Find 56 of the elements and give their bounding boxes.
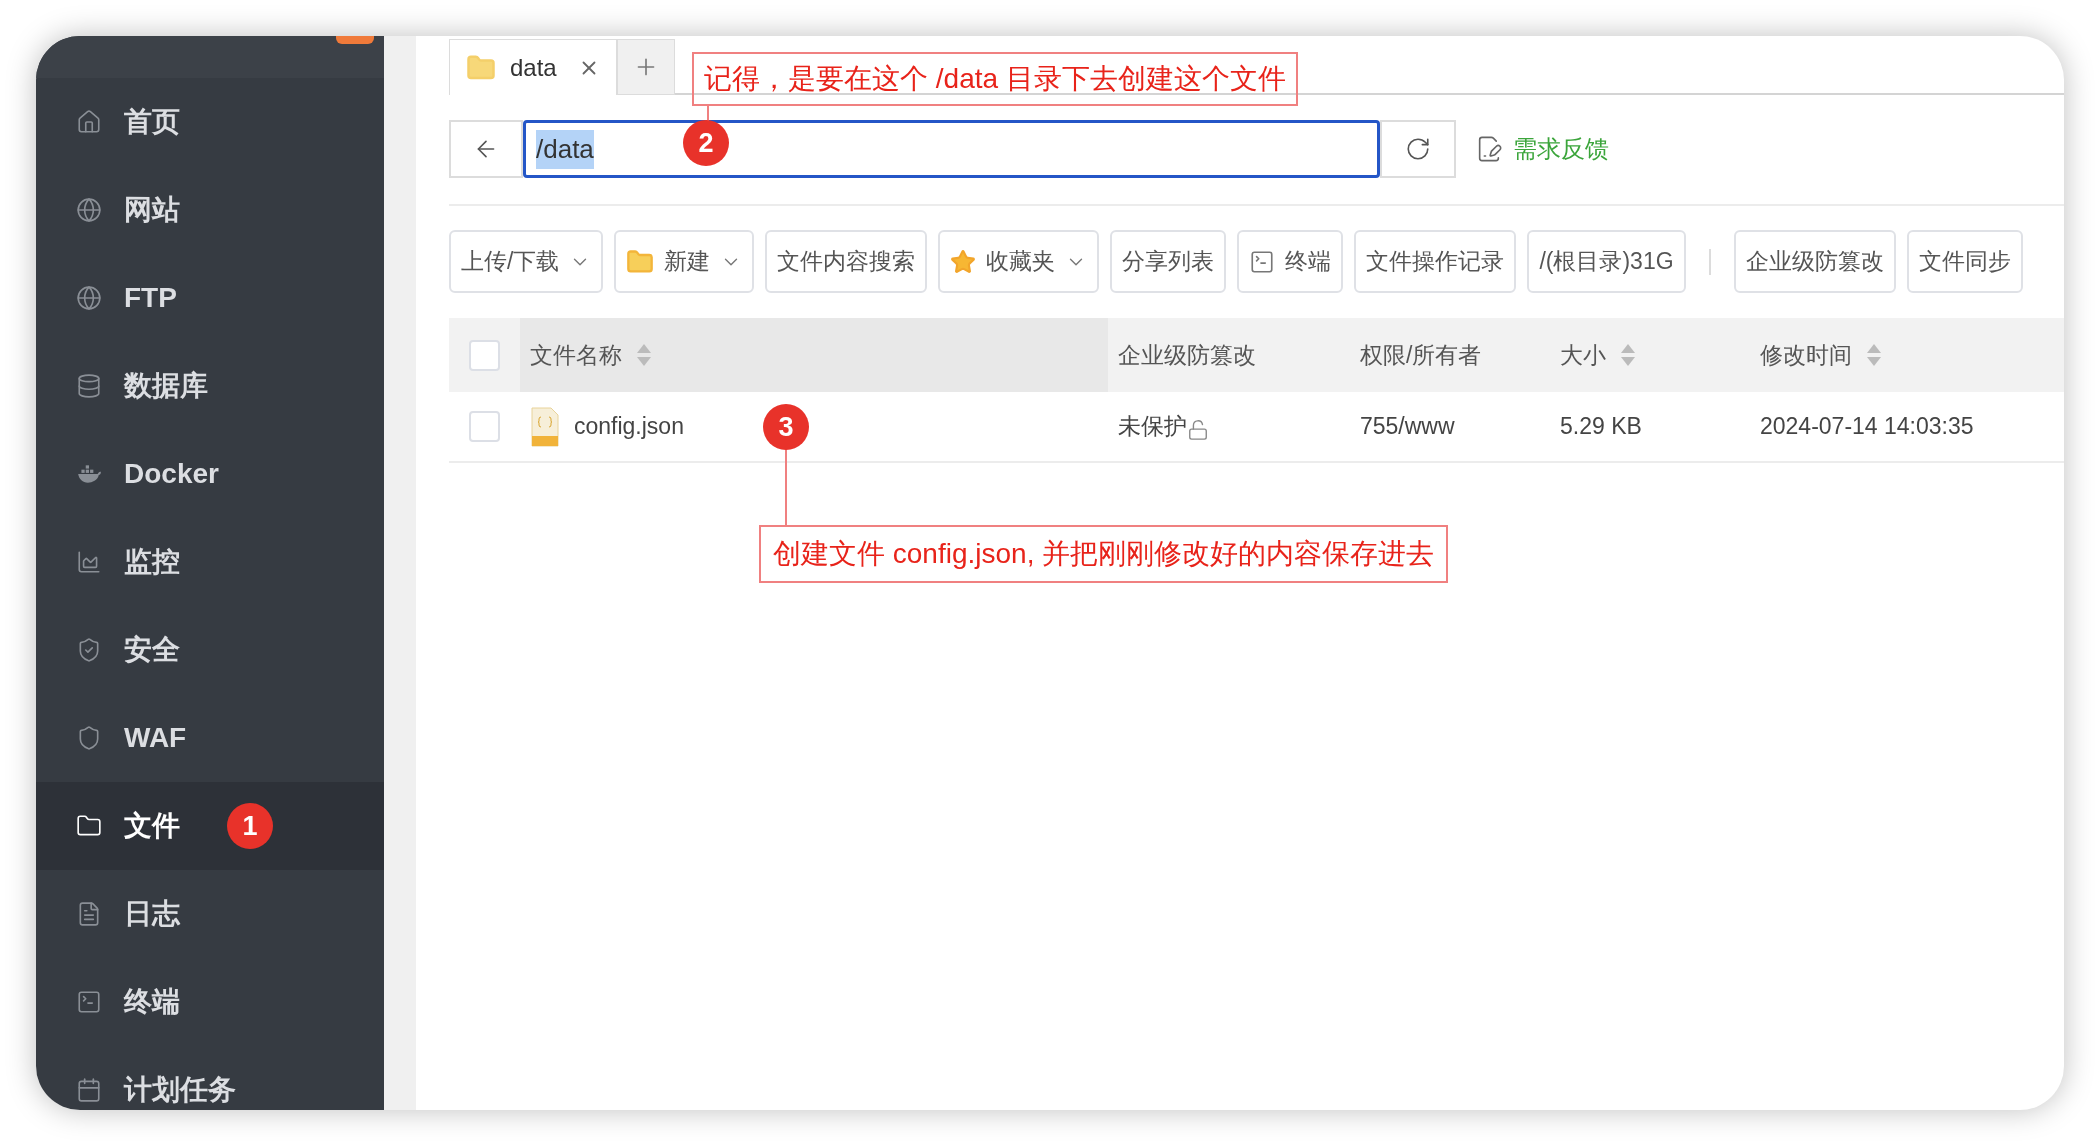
globe-icon [76,285,102,311]
checkbox[interactable] [469,411,500,442]
chart-icon [76,549,102,575]
toolbar-button[interactable]: 分享列表 [1110,230,1227,293]
checkbox[interactable] [469,339,500,371]
column-header[interactable]: 文件名称 [520,318,1108,392]
new-tab-button[interactable] [617,39,675,95]
sidebar-item[interactable]: 首页 [36,78,384,166]
column-header[interactable]: 大小 [1550,318,1750,392]
column-header[interactable]: 权限/所有者 [1350,318,1550,392]
refresh-button[interactable] [1380,120,1456,178]
table-cell-text: 755/www [1359,412,1456,442]
sidebar-item[interactable]: 监控 [36,518,384,606]
globe-icon [76,197,102,223]
sidebar-item[interactable]: 网站 [36,166,384,254]
sort-icon [1866,342,1882,368]
toolbar-button[interactable]: 收藏夹 [938,230,1100,293]
sidebar-item[interactable]: 计划任务 [36,1046,384,1110]
column-header[interactable]: 修改时间 [1750,318,2010,392]
house-icon [76,109,102,135]
toolbar-button[interactable]: 企业级防篡改 [1733,230,1896,293]
toolbar-button[interactable]: 文件操作记录 [1354,230,1517,293]
toolbar-button[interactable]: /(根目录)31G [1527,230,1686,293]
folder-tab[interactable]: data [449,39,617,95]
toolbar-button[interactable]: 文件同步 [1906,230,2023,293]
sidebar-item[interactable]: Docker [36,430,384,518]
unlock-icon[interactable] [1187,418,1209,441]
sidebar-item[interactable]: 终端 [36,958,384,1046]
toolbar-button[interactable]: 上传/下载 [449,230,604,293]
sidebar-item[interactable]: WAF [36,694,384,782]
sidebar-item[interactable]: FTP [36,254,384,342]
terminal-icon [76,989,102,1015]
file-name[interactable]: config.json [574,409,684,444]
callout-badge: 3 [763,404,809,450]
table-cell-text: 2024-07-14 14:03:35 [1759,412,1975,442]
terminal-icon [1249,248,1276,275]
annotation-note: 创建文件 config.json, 并把刚刚修改好的内容保存进去 [759,525,1449,583]
toolbar-button[interactable]: 新建 [614,230,755,293]
calendar-icon [76,1077,102,1103]
json-file-icon [530,406,560,447]
annotation-note: 记得，是要在这个 /data 目录下去创建这个文件 [692,52,1298,106]
protection-status: 未保护 [1118,412,1187,442]
sidebar-item[interactable]: 日志 [36,870,384,958]
folder-plus-icon [626,247,655,276]
sidebar-item[interactable]: 安全 [36,606,384,694]
toolbar-button[interactable]: 文件内容搜索 [765,230,928,293]
back-button[interactable] [449,120,523,178]
sort-icon [636,342,652,368]
sidebar-item[interactable]: 数据库 [36,342,384,430]
table-cell-text: 5.29 KB [1559,412,1643,442]
refresh-icon [1405,136,1431,162]
toolbar-button[interactable]: 终端 [1237,230,1344,293]
database-icon [76,373,102,399]
column-header[interactable]: 企业级防篡改 [1108,318,1350,392]
sort-icon [1620,342,1636,368]
star-icon [950,248,977,275]
